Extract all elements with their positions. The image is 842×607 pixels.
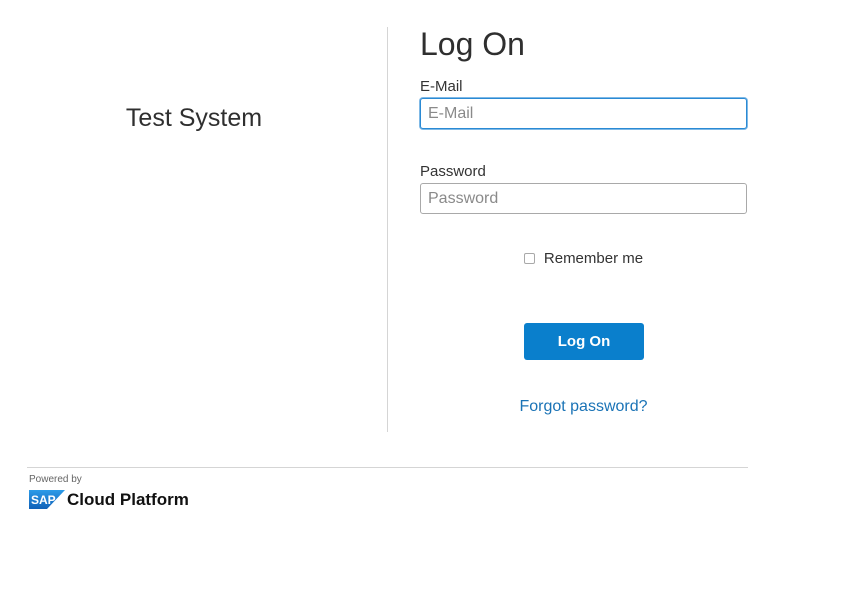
footer: Powered by SAP Cloud Platform xyxy=(29,474,189,509)
sap-logo-text: SAP xyxy=(31,493,56,507)
log-on-button[interactable]: Log On xyxy=(524,323,644,360)
system-name: Test System xyxy=(125,104,263,132)
brand-name: Cloud Platform xyxy=(67,490,189,509)
footer-divider xyxy=(27,467,748,468)
vertical-divider xyxy=(387,27,388,432)
remember-me-row[interactable]: Remember me xyxy=(420,247,747,269)
system-panel: Test System xyxy=(0,0,388,432)
checkbox-icon[interactable] xyxy=(523,252,535,264)
page-title: Log On xyxy=(420,26,525,62)
login-page: Test System Log On E-Mail Password Remem… xyxy=(0,0,842,607)
password-field[interactable] xyxy=(420,183,747,214)
brand-row: SAP Cloud Platform xyxy=(29,490,189,509)
powered-by-label: Powered by xyxy=(29,474,82,485)
logon-form: Log On E-Mail Password Remember me Log O… xyxy=(420,0,748,440)
sap-logo-icon: SAP xyxy=(29,490,65,509)
remember-me-label[interactable]: Remember me xyxy=(544,250,643,267)
password-label: Password xyxy=(420,163,486,180)
email-field[interactable] xyxy=(420,98,747,129)
email-label: E-Mail xyxy=(420,78,463,95)
forgot-password-link[interactable]: Forgot password? xyxy=(420,398,747,416)
